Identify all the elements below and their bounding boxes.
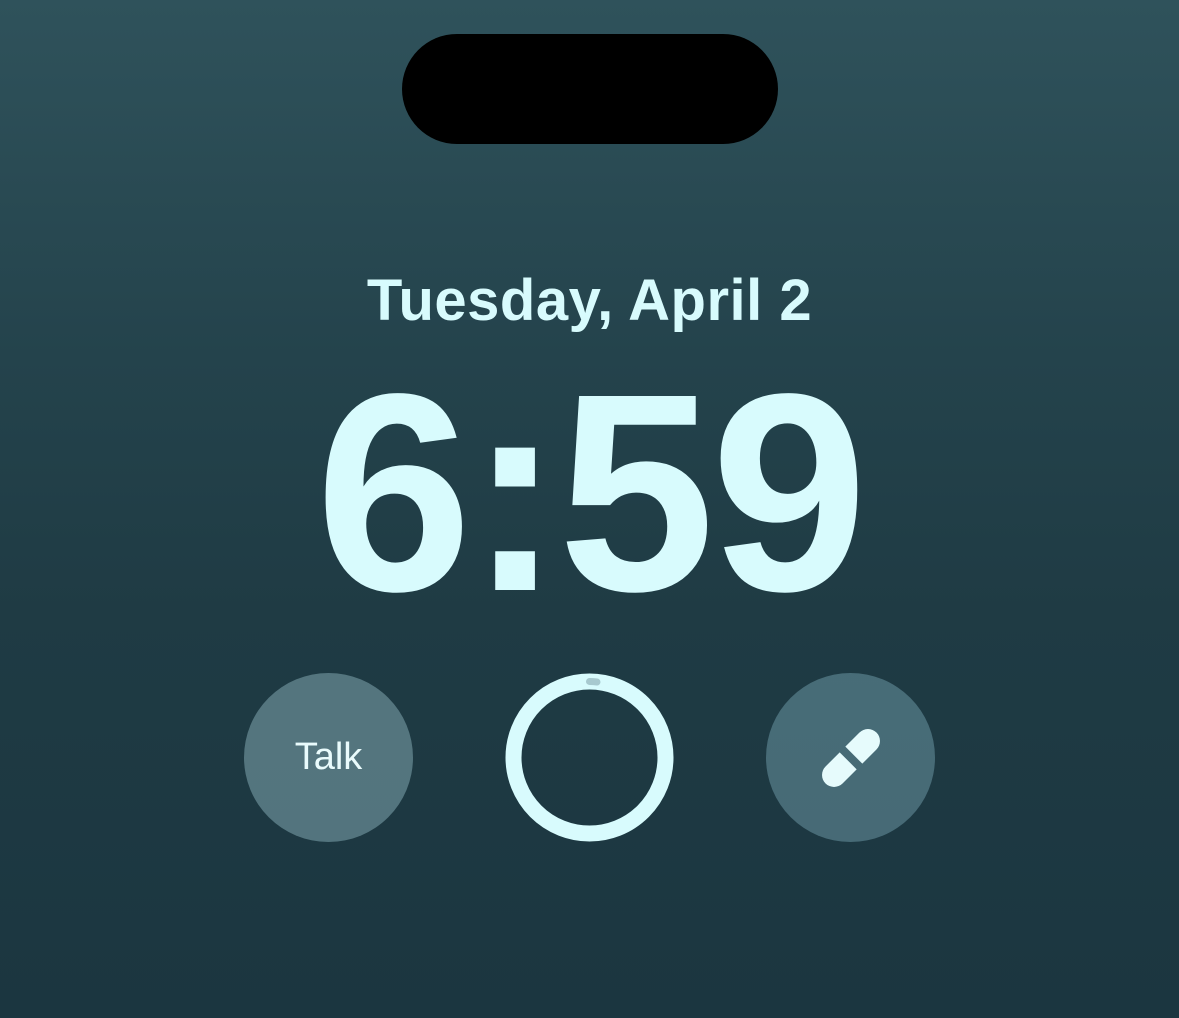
- activity-ring-widget[interactable]: [505, 673, 674, 842]
- lock-screen-time: 6:59: [315, 335, 867, 650]
- lock-screen-date: Tuesday, April 2: [366, 268, 813, 333]
- talk-widget-label: Talk: [294, 736, 363, 778]
- activity-ring-icon: [505, 673, 674, 842]
- talk-widget[interactable]: Talk: [244, 673, 413, 842]
- pill-icon: [821, 728, 880, 787]
- dynamic-island: [402, 34, 778, 144]
- medication-widget[interactable]: [766, 673, 935, 842]
